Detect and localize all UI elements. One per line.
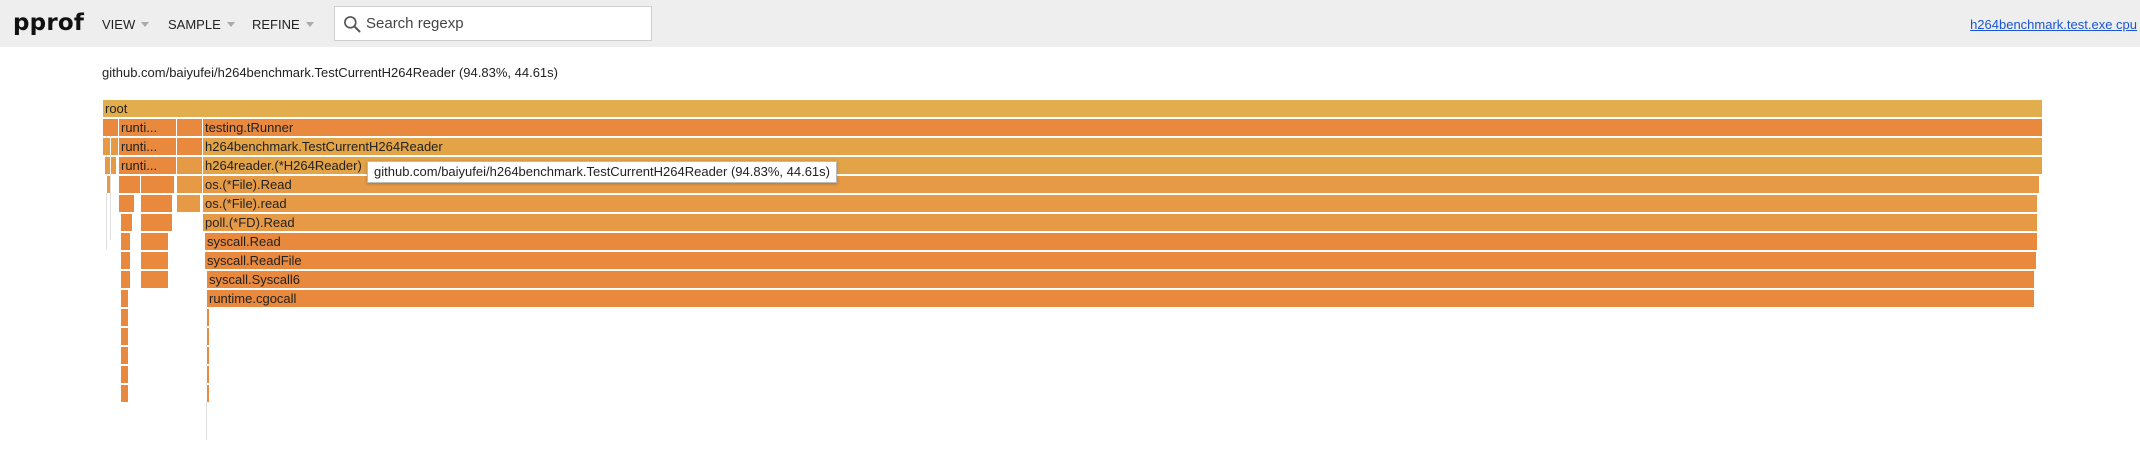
flame-frame[interactable] <box>176 119 202 136</box>
flame-frame-syscall-readfile[interactable]: syscall.ReadFile <box>204 252 2036 269</box>
flame-frame[interactable] <box>206 385 209 402</box>
flame-frame[interactable] <box>140 195 172 212</box>
frame-tooltip: github.com/baiyufei/h264benchmark.TestCu… <box>367 161 837 183</box>
flame-frame[interactable] <box>120 385 128 402</box>
flame-frame[interactable] <box>120 366 128 383</box>
flame-frame-runtime[interactable]: runti... <box>118 119 176 136</box>
flame-frame[interactable] <box>140 214 172 231</box>
flame-frame[interactable] <box>110 138 118 155</box>
flame-frame[interactable] <box>176 157 202 174</box>
flame-frame[interactable] <box>110 157 116 174</box>
flame-frame-runtime-cgocall[interactable]: runtime.cgocall <box>206 290 2034 307</box>
flame-frame[interactable] <box>120 328 128 345</box>
flame-frame[interactable] <box>206 347 209 364</box>
flame-frame[interactable] <box>118 195 134 212</box>
flame-frame[interactable] <box>206 309 209 326</box>
flame-frame[interactable] <box>140 233 168 250</box>
flame-frame-testcurrenth264reader[interactable]: h264benchmark.TestCurrentH264Reader <box>202 138 2042 155</box>
flame-frame[interactable] <box>176 195 200 212</box>
flame-frame-testing-trunner[interactable]: testing.tRunner <box>202 119 2042 136</box>
flame-frame[interactable] <box>120 309 128 326</box>
flame-frame[interactable] <box>206 366 209 383</box>
flame-frame[interactable] <box>120 347 128 364</box>
flame-frame-syscall-read[interactable]: syscall.Read <box>204 233 2037 250</box>
flame-frame[interactable] <box>140 271 168 288</box>
flame-frame-os-file-read-lower[interactable]: os.(*File).read <box>202 195 2037 212</box>
flame-graph: root runti... testing.tRunner runti... h… <box>0 0 2140 451</box>
flame-frame[interactable] <box>140 176 174 193</box>
flame-frame[interactable] <box>140 252 168 269</box>
flame-frame[interactable] <box>102 119 118 136</box>
flame-frame[interactable] <box>106 176 110 193</box>
flame-frame[interactable] <box>120 233 130 250</box>
flame-frame[interactable] <box>206 328 209 345</box>
flame-frame-runtime[interactable]: runti... <box>118 138 176 155</box>
flame-frame-syscall-syscall6[interactable]: syscall.Syscall6 <box>206 271 2034 288</box>
flame-frame[interactable] <box>120 252 130 269</box>
flame-frame-root[interactable]: root <box>102 100 2042 117</box>
flame-frame[interactable] <box>120 271 130 288</box>
flame-frame[interactable] <box>120 290 128 307</box>
flame-frame[interactable] <box>176 176 202 193</box>
flame-frame-runtime[interactable]: runti... <box>118 157 176 174</box>
flame-frame[interactable] <box>120 214 132 231</box>
flame-frame-poll-fd-read[interactable]: poll.(*FD).Read <box>202 214 2037 231</box>
flame-frame[interactable] <box>176 138 202 155</box>
flame-frame[interactable] <box>102 138 110 155</box>
flame-frame[interactable] <box>118 176 140 193</box>
